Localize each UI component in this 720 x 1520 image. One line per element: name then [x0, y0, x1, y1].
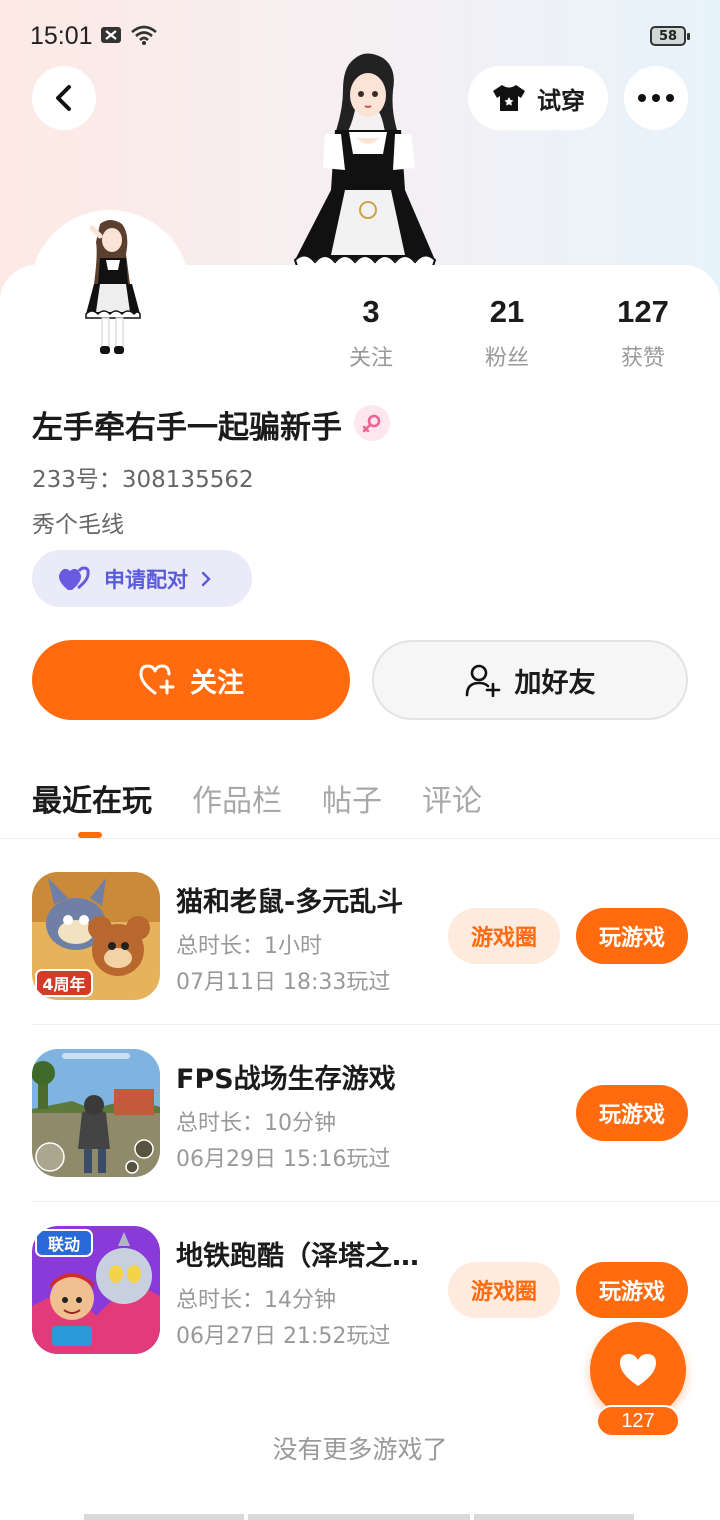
game-circle-button[interactable]: 游戏圈	[448, 1262, 560, 1318]
try-on-button[interactable]: 试穿	[468, 66, 608, 130]
home-indicator	[474, 1514, 634, 1520]
game-last-played: 07月11日 18:33玩过	[176, 970, 391, 995]
notification-icon	[101, 27, 121, 43]
add-friend-label: 加好友	[514, 667, 596, 699]
back-button[interactable]	[32, 66, 96, 130]
game-icon-subway[interactable]: 联动	[32, 1226, 160, 1354]
stat-fans-label: 粉丝	[484, 346, 529, 371]
tshirt-icon	[493, 85, 525, 111]
battery-icon: 58	[650, 26, 690, 46]
status-icons	[100, 24, 158, 46]
tab-works[interactable]: 作品栏	[192, 776, 282, 820]
game-icon-badge-text: 联动	[48, 1235, 80, 1254]
game-icon-fps[interactable]	[32, 1049, 160, 1177]
game-last-played: 06月29日 15:16玩过	[176, 1147, 391, 1172]
stat-likes[interactable]: 127 获赞	[588, 294, 698, 372]
tab-posts[interactable]: 帖子	[322, 776, 382, 820]
stat-following-value: 3	[362, 294, 380, 329]
stat-likes-label: 获赞	[620, 346, 665, 371]
heart-plus-icon	[139, 664, 175, 695]
user-id: 233号：308135562	[32, 467, 254, 493]
stat-following-label: 关注	[348, 346, 393, 371]
row-divider	[32, 1201, 720, 1202]
like-count: 127	[596, 1405, 680, 1437]
tabs-divider	[0, 838, 720, 839]
tab-comments[interactable]: 评论	[422, 776, 482, 820]
game-duration: 总时长：10分钟	[176, 1111, 336, 1136]
stat-likes-value: 127	[617, 294, 669, 329]
back-arrow-icon	[56, 85, 71, 111]
play-game-button[interactable]: 玩游戏	[576, 1085, 688, 1141]
tab-recently-played[interactable]: 最近在玩	[32, 776, 152, 820]
game-title: 猫和老鼠-多元乱斗	[176, 887, 404, 918]
game-icon-tom-and-jerry[interactable]: 4周年	[32, 872, 160, 1000]
game-row[interactable]: 4周年 猫和老鼠-多元乱斗 总时长：1小时 07月11日 18:33玩过 游戏圈…	[32, 872, 720, 1025]
avatar[interactable]	[34, 214, 186, 366]
try-on-label: 试穿	[537, 86, 585, 115]
game-title: FPS战场生存游戏	[176, 1064, 396, 1095]
username: 左手牵右手一起骗新手	[32, 410, 342, 446]
add-user-icon	[465, 664, 500, 697]
apply-pair-button[interactable]: 申请配对	[32, 550, 252, 607]
game-duration: 总时长：14分钟	[176, 1288, 336, 1313]
more-button[interactable]	[624, 66, 688, 130]
game-duration: 总时长：1小时	[176, 934, 322, 959]
stat-fans-value: 21	[489, 294, 525, 329]
follow-label: 关注	[190, 667, 244, 699]
home-indicator	[84, 1514, 244, 1520]
avatar-image	[34, 214, 186, 366]
avatar-character-figure	[293, 53, 437, 267]
like-button[interactable]	[590, 1322, 686, 1418]
add-friend-button[interactable]: 加好友	[372, 640, 688, 720]
row-divider	[32, 1024, 720, 1025]
apply-pair-label: 申请配对	[104, 567, 188, 592]
heart-icon	[620, 1354, 656, 1386]
female-gender-icon	[354, 405, 390, 441]
home-indicator	[248, 1514, 470, 1520]
more-dots-icon	[638, 94, 674, 102]
play-game-button[interactable]: 玩游戏	[576, 1262, 688, 1318]
status-time: 15:01	[30, 22, 93, 50]
game-last-played: 06月27日 21:52玩过	[176, 1324, 391, 1349]
stat-following[interactable]: 3 关注	[316, 294, 426, 372]
battery-level: 58	[658, 28, 678, 44]
game-title: 地铁跑酷（泽塔之…	[176, 1241, 419, 1272]
wifi-icon	[131, 25, 157, 45]
double-heart-icon	[59, 565, 90, 590]
game-row[interactable]: FPS战场生存游戏 总时长：10分钟 06月29日 15:16玩过 玩游戏	[32, 1049, 720, 1202]
game-circle-button[interactable]: 游戏圈	[448, 908, 560, 964]
profile-tabs: 最近在玩 作品栏 帖子 评论	[32, 776, 482, 820]
user-bio: 秀个毛线	[32, 512, 124, 538]
stat-fans[interactable]: 21 粉丝	[452, 294, 562, 372]
game-icon-badge-text: 4周年	[42, 975, 85, 994]
follow-button[interactable]: 关注	[32, 640, 350, 720]
status-bar: 15:01 58	[0, 0, 720, 72]
play-game-button[interactable]: 玩游戏	[576, 908, 688, 964]
chevron-right-icon	[201, 571, 211, 586]
